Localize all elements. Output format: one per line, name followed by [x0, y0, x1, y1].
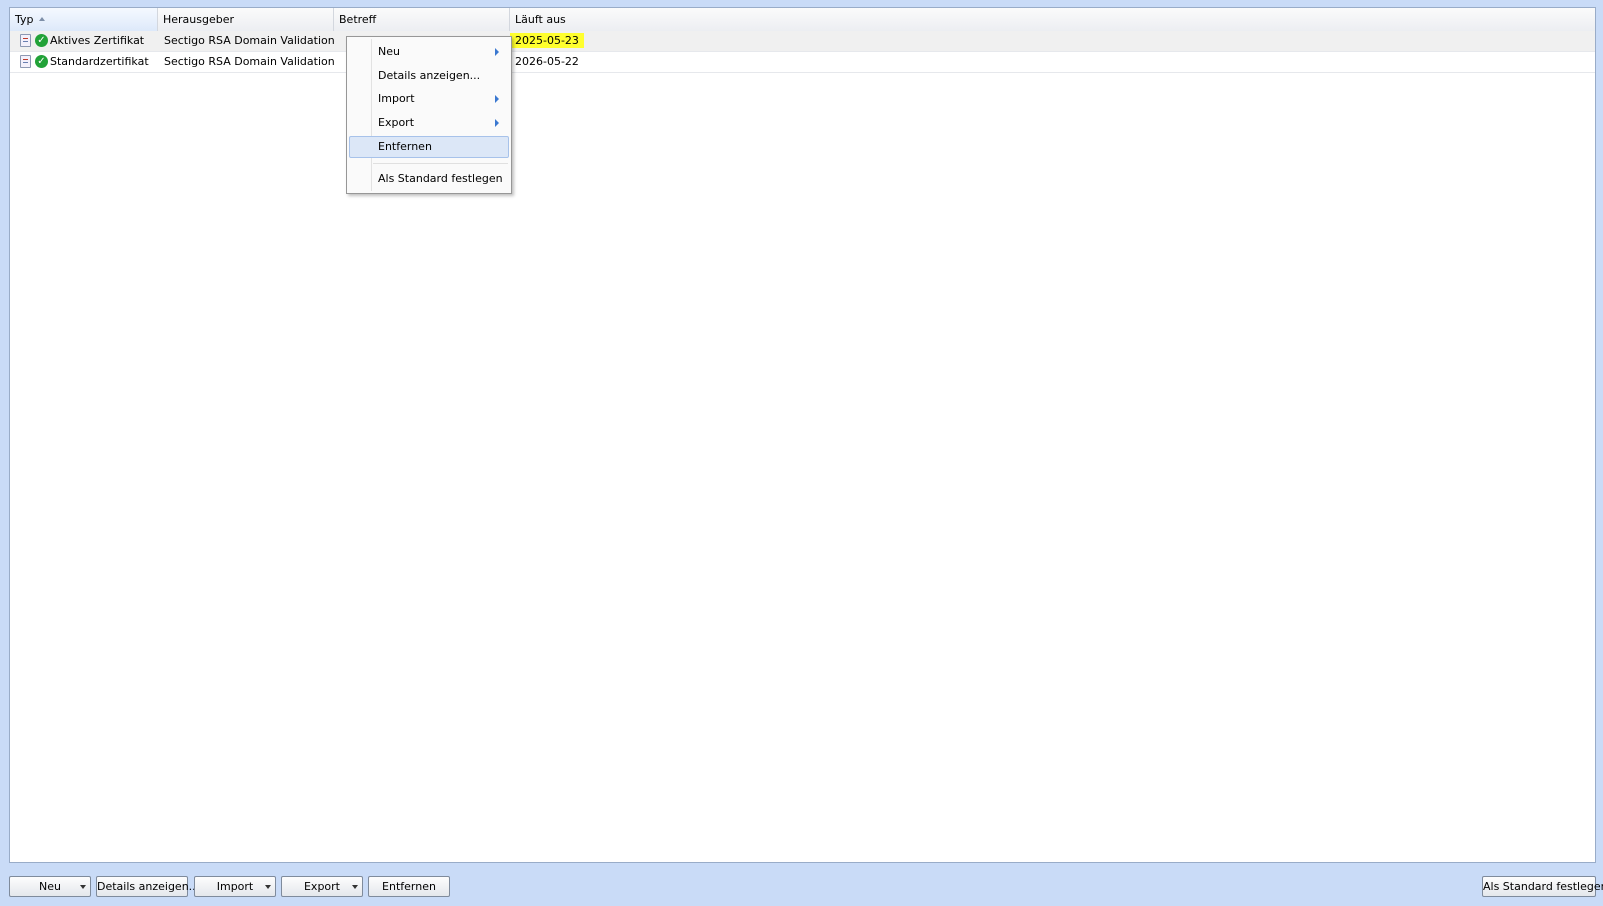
button-label: Export — [303, 880, 340, 893]
highlighted-expiry-date: 2025-05-23 — [510, 33, 584, 48]
cell-herausgeber: Sectigo RSA Domain Validation Se... — [164, 55, 336, 68]
menu-item-label: Import — [378, 92, 415, 105]
details-button[interactable]: Details anzeigen... — [96, 876, 199, 897]
context-menu: Neu Details anzeigen... Import Export En… — [346, 36, 512, 194]
button-label: Entfernen — [382, 880, 436, 893]
column-header-label: Herausgeber — [163, 13, 235, 26]
menu-item-details[interactable]: Details anzeigen... — [349, 65, 509, 87]
export-button[interactable]: Export — [281, 876, 363, 897]
column-header-herausgeber[interactable]: Herausgeber — [158, 8, 334, 31]
button-label: Als Standard festlegen — [1483, 880, 1603, 893]
certificate-table: Typ Herausgeber Betreff Läuft aus ✓ Akti… — [9, 7, 1596, 863]
button-label: Details anzeigen... — [97, 880, 200, 893]
new-button[interactable]: Neu — [9, 876, 91, 897]
menu-item-import[interactable]: Import — [349, 88, 509, 110]
submenu-arrow-icon — [495, 48, 499, 56]
column-header-laeuft-aus[interactable]: Läuft aus — [510, 8, 1595, 31]
column-header-label: Typ — [15, 13, 34, 26]
column-header-betreff[interactable]: Betreff — [334, 8, 510, 31]
menu-item-neu[interactable]: Neu — [349, 41, 509, 63]
dropdown-arrow-icon — [80, 885, 86, 889]
menu-item-entfernen[interactable]: Entfernen — [349, 136, 509, 158]
certificate-icon — [20, 34, 31, 47]
table-row[interactable]: ✓ Aktives Zertifikat Sectigo RSA Domain … — [10, 31, 1595, 52]
menu-item-label: Details anzeigen... — [378, 69, 481, 82]
button-label: Neu — [39, 880, 61, 893]
menu-item-label: Export — [378, 116, 415, 129]
menu-item-label: Entfernen — [378, 140, 432, 153]
column-header-label: Betreff — [339, 13, 377, 26]
column-header-typ[interactable]: Typ — [10, 8, 158, 31]
set-default-button[interactable]: Als Standard festlegen — [1482, 876, 1603, 897]
cell-herausgeber: Sectigo RSA Domain Validation Se... — [164, 34, 336, 47]
certificate-icon — [20, 55, 31, 68]
button-label: Import — [216, 880, 254, 893]
cell-expires: 2025-05-23 — [510, 31, 584, 51]
menu-item-als-standard[interactable]: Als Standard festlegen — [349, 168, 509, 190]
sort-ascending-icon — [38, 17, 45, 21]
menu-item-export[interactable]: Export — [349, 112, 509, 134]
cell-expires: 2026-05-22 — [515, 55, 579, 68]
import-button[interactable]: Import — [194, 876, 276, 897]
remove-button[interactable]: Entfernen — [368, 876, 450, 897]
cell-typ: Aktives Zertifikat — [50, 34, 145, 47]
cell-typ: Standardzertifikat — [50, 55, 149, 68]
menu-item-label: Neu — [378, 45, 400, 58]
table-header: Typ Herausgeber Betreff Läuft aus — [10, 8, 1595, 32]
menu-item-label: Als Standard festlegen — [378, 172, 503, 185]
table-row[interactable]: ✓ Standardzertifikat Sectigo RSA Domain … — [10, 52, 1595, 73]
menu-separator — [373, 163, 508, 164]
column-header-label: Läuft aus — [515, 13, 566, 26]
submenu-arrow-icon — [495, 119, 499, 127]
dropdown-arrow-icon — [352, 885, 358, 889]
submenu-arrow-icon — [495, 95, 499, 103]
dropdown-arrow-icon — [265, 885, 271, 889]
check-circle-icon: ✓ — [35, 55, 48, 68]
check-circle-icon: ✓ — [35, 34, 48, 47]
